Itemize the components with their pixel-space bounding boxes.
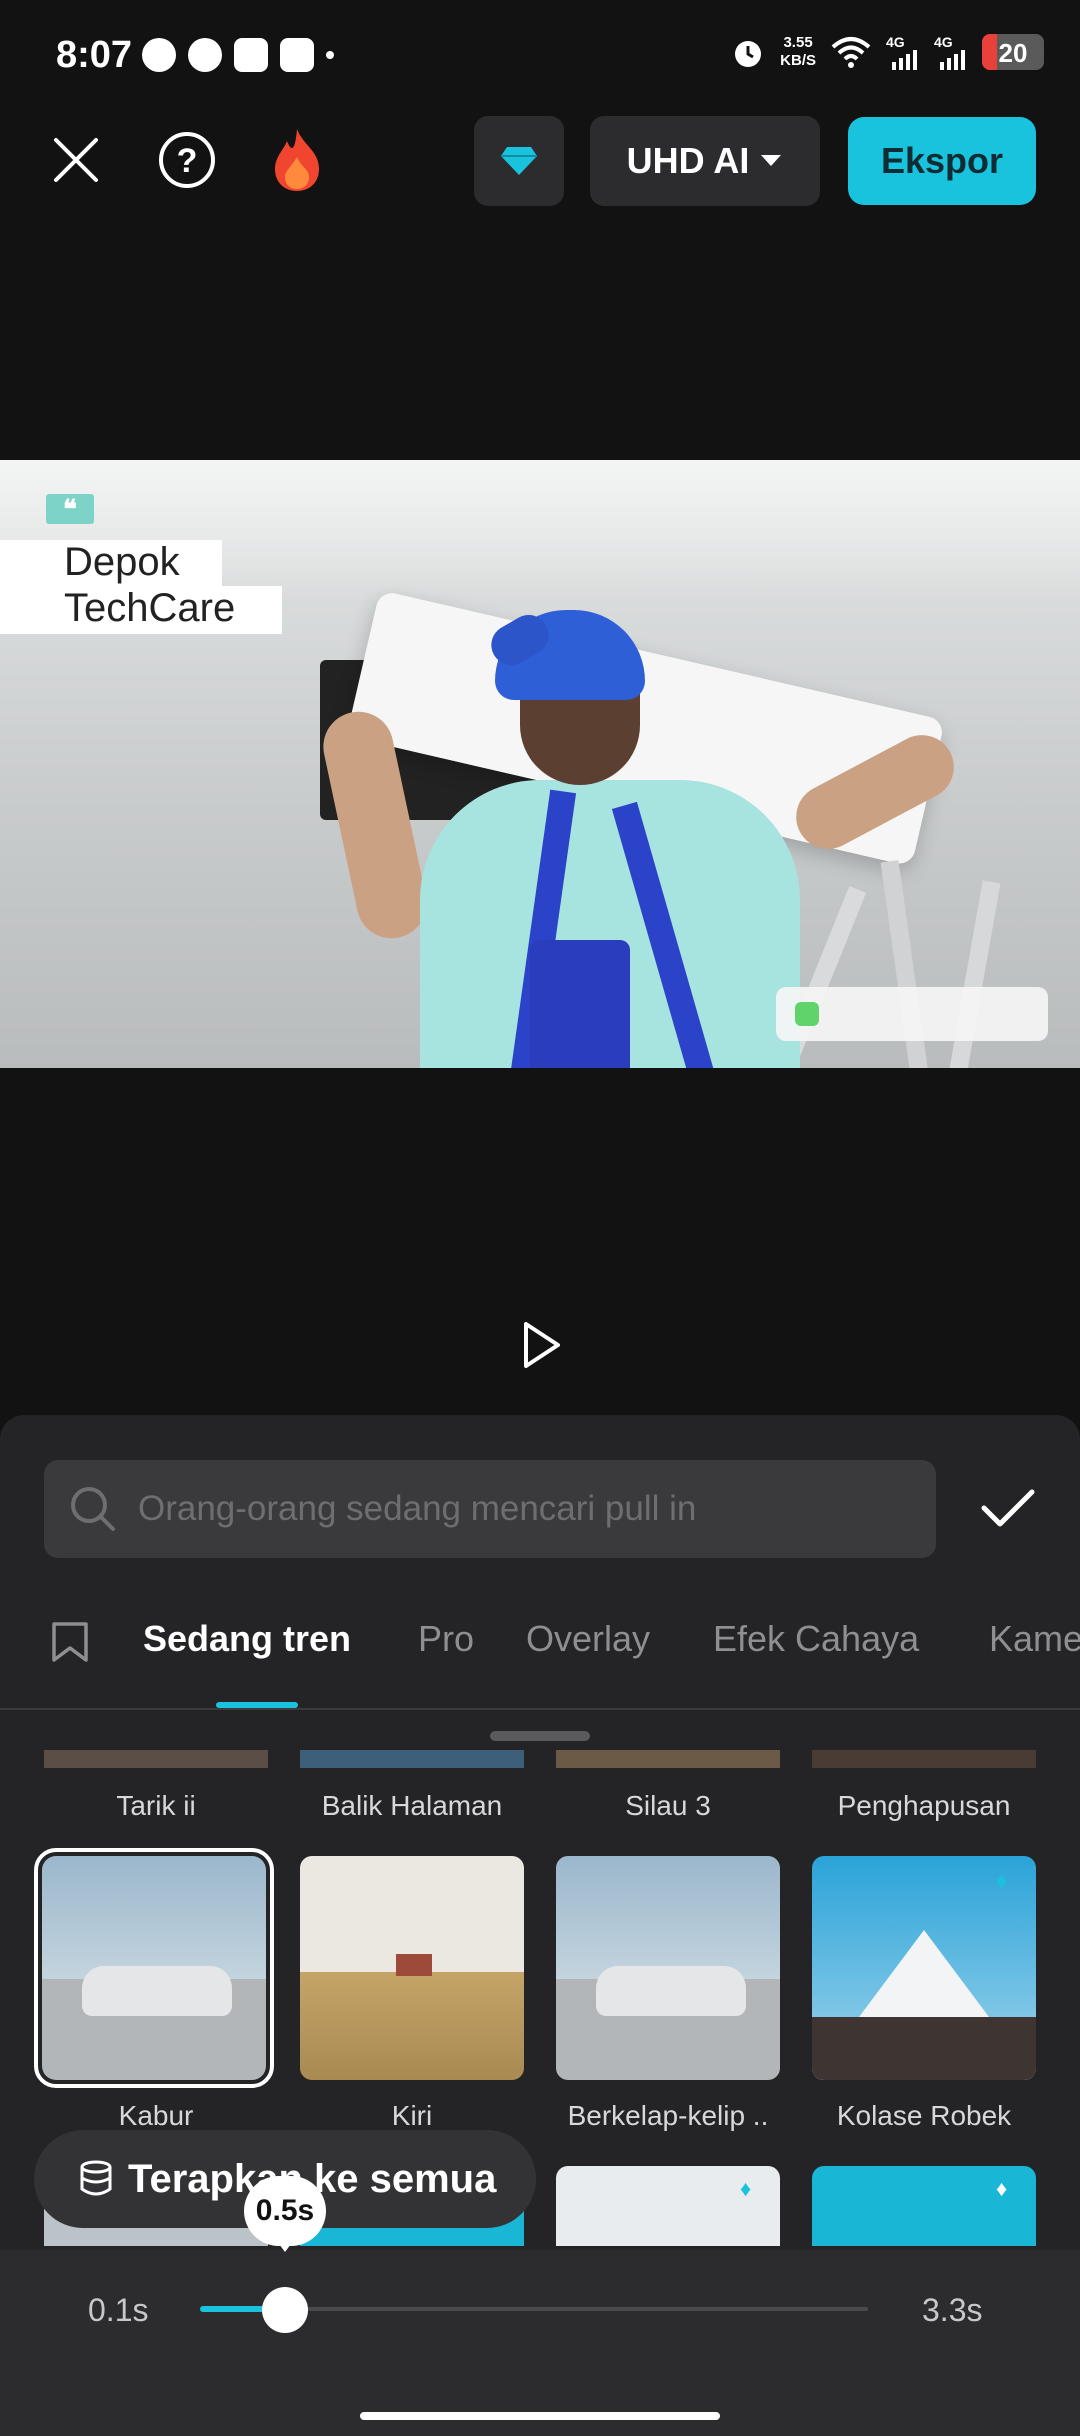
diamond-icon: ♦: [740, 2176, 752, 2201]
search-input[interactable]: Orang-orang sedang mencari pull in: [44, 1460, 936, 1558]
quality-label: UHD AI: [626, 140, 750, 181]
house: [396, 1954, 432, 1976]
whatsapp-icon: [142, 38, 176, 72]
battery-icon: 20: [982, 34, 1044, 70]
tooltip-pointer: [273, 2236, 297, 2252]
pro-button[interactable]: [474, 116, 564, 206]
caption-line-1: Depok: [64, 540, 180, 584]
alarm-icon: [735, 41, 762, 67]
effect-label: Balik Halaman: [321, 1790, 503, 1821]
effect-thumb[interactable]: [556, 1750, 780, 1768]
close-icon: [54, 138, 98, 182]
drag-handle[interactable]: [490, 1731, 590, 1741]
effect-label: Kolase Robek: [836, 2100, 1012, 2131]
chevron-down-icon: [761, 155, 782, 166]
system-status: 3.55 KB/S 4G 4G 20: [730, 34, 1044, 70]
instagram-icon: [234, 38, 268, 72]
play-icon: [524, 1322, 560, 1368]
tab-pro[interactable]: Pro: [418, 1618, 474, 1660]
more-dot-icon: [326, 51, 334, 59]
search-icon: [71, 1487, 115, 1531]
search-placeholder: Orang-orang sedang mencari pull in: [138, 1489, 697, 1528]
car: [596, 1966, 746, 2016]
notification-icons: [142, 38, 334, 72]
effect-thumb[interactable]: [812, 1750, 1036, 1768]
linkedin-icon: [280, 38, 314, 72]
svg-text:?: ?: [177, 142, 198, 180]
status-bar: 8:07 3.55 KB/S 4G 4G 20: [0, 0, 1080, 110]
slider-max: 3.3s: [922, 2292, 983, 2328]
signal-2: 4G: [934, 34, 968, 70]
bookmark-icon: [52, 1622, 88, 1662]
hot-button[interactable]: [257, 120, 337, 200]
flame-icon: [275, 129, 319, 191]
close-button[interactable]: [36, 120, 116, 200]
effect-item-selected[interactable]: [34, 1848, 274, 2088]
check-icon: [981, 1489, 1035, 1527]
confirm-button[interactable]: [980, 1488, 1036, 1533]
video-preview[interactable]: ❝ Depok TechCare: [0, 460, 1080, 1068]
caption-line-2: TechCare: [64, 586, 236, 630]
duration-slider-bar: [0, 2250, 1080, 2436]
effect-label: Tarik ii: [116, 1790, 196, 1821]
effect-label: Penghapusan: [837, 1790, 1011, 1821]
chat-icon: [188, 38, 222, 72]
favorites-tab[interactable]: [50, 1620, 90, 1669]
diamond-icon: ♦: [996, 1868, 1008, 1893]
effect-label: Kiri: [391, 2100, 433, 2131]
effect-item[interactable]: [300, 1856, 524, 2080]
effect-item[interactable]: [556, 1856, 780, 2080]
net-speed: 3.55 KB/S: [780, 34, 816, 69]
effect-thumb[interactable]: ♦: [812, 2166, 1036, 2246]
effect-thumb[interactable]: ♦: [556, 2166, 780, 2246]
divider: [0, 1708, 1080, 1710]
clock: 8:07: [56, 34, 133, 76]
play-button[interactable]: [520, 1320, 564, 1375]
diamond-icon: ♦: [996, 2176, 1008, 2201]
car: [82, 1966, 232, 2016]
help-button[interactable]: ?: [147, 120, 227, 200]
effect-label: Silau 3: [625, 1790, 711, 1821]
phone-icon: [795, 1002, 819, 1026]
slider-min: 0.1s: [88, 2292, 149, 2328]
effect-thumb[interactable]: [44, 1750, 268, 1768]
effect-label: Berkelap-kelip ..: [567, 2100, 769, 2131]
effect-thumb[interactable]: [300, 1750, 524, 1768]
home-indicator[interactable]: [360, 2412, 720, 2420]
export-button[interactable]: Ekspor: [848, 117, 1036, 205]
effect-item[interactable]: ♦: [812, 1856, 1036, 2080]
quality-dropdown[interactable]: UHD AI: [590, 116, 820, 206]
help-icon: ?: [159, 132, 215, 188]
signal-1: 4G: [886, 34, 920, 70]
quote-icon: ❝: [46, 494, 94, 524]
tab-light-effects[interactable]: Efek Cahaya: [713, 1618, 919, 1660]
tab-camera[interactable]: Kame: [989, 1618, 1080, 1660]
apron: [530, 940, 630, 1068]
tab-overlay[interactable]: Overlay: [526, 1618, 650, 1660]
diamond-icon: [501, 147, 537, 175]
layers-icon: [80, 2160, 112, 2196]
wifi-icon: [831, 37, 871, 68]
tab-trending[interactable]: Sedang tren: [143, 1618, 351, 1660]
slider-knob[interactable]: [262, 2287, 308, 2333]
effect-label: Kabur: [118, 2100, 194, 2131]
